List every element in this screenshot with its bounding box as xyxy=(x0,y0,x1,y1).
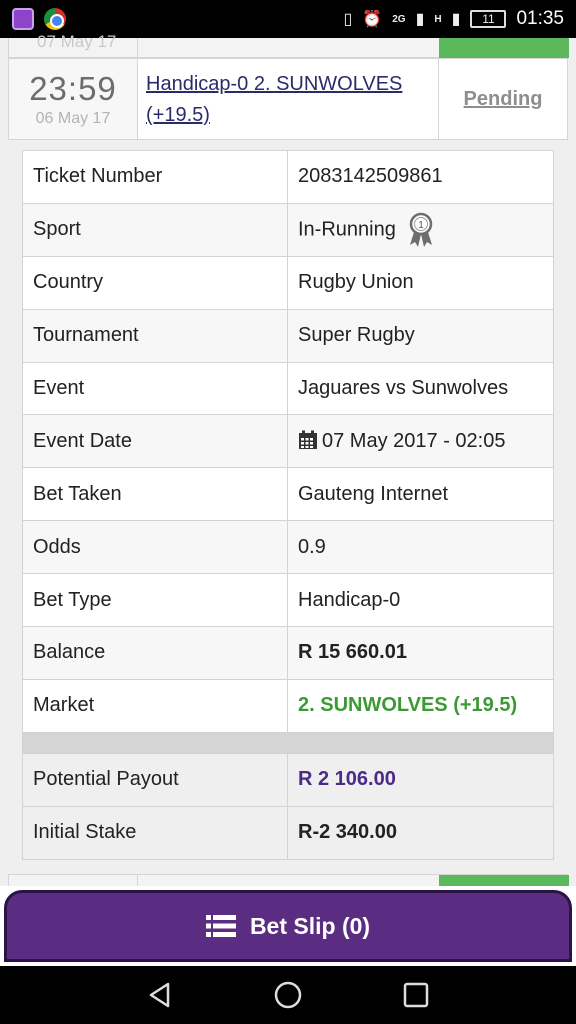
calendar-icon xyxy=(299,430,317,449)
bet-date: 06 May 17 xyxy=(35,110,111,127)
table-row: Sport In-Running 1 xyxy=(22,202,554,257)
bet-slip-button[interactable]: Bet Slip (0) xyxy=(4,890,572,962)
bet-selection-link[interactable]: Handicap-0 2. SUNWOLVES (+19.5) xyxy=(146,73,402,126)
country-label: Country xyxy=(22,255,288,310)
table-row: Ticket Number 2083142509861 xyxy=(22,150,554,204)
country-value: Rugby Union xyxy=(287,255,554,310)
list-icon xyxy=(205,915,236,937)
odds-label: Odds xyxy=(22,520,288,575)
bet-time: 23:59 xyxy=(29,70,117,107)
tournament-label: Tournament xyxy=(22,308,288,363)
bet-selection-cell: Handicap-0 2. SUNWOLVES (+19.5) xyxy=(138,59,439,139)
bet-card: 23:59 06 May 17 Handicap-0 2. SUNWOLVES … xyxy=(8,58,568,140)
status-clock: 01:35 xyxy=(516,8,564,29)
balance-value: R 15 660.01 xyxy=(287,626,554,680)
bet-status-column: Pending xyxy=(439,59,567,139)
event-label: Event xyxy=(22,361,288,416)
bet-details-table: Ticket Number 2083142509861 Sport In-Run… xyxy=(22,150,554,860)
svg-text:1: 1 xyxy=(419,220,425,231)
event-date-cell: 07 May 2017 - 02:05 xyxy=(287,414,554,469)
previous-status-bar xyxy=(439,38,569,58)
home-button[interactable] xyxy=(268,975,308,1015)
table-row: Event Date 07 May 2017 - 02:05 xyxy=(22,414,554,469)
table-separator xyxy=(22,731,554,754)
event-value: Jaguares vs Sunwolves xyxy=(287,361,554,416)
ticket-number-label: Ticket Number xyxy=(22,150,288,204)
sport-cell: In-Running 1 xyxy=(287,202,554,257)
medal-1-icon: 1 xyxy=(410,212,433,247)
event-date-value: 07 May 2017 - 02:05 xyxy=(322,429,506,452)
bet-type-value: Handicap-0 xyxy=(287,573,554,628)
vibrate-icon: ▯ xyxy=(343,11,353,28)
table-row: Balance R 15 660.01 xyxy=(22,626,554,680)
ticket-number-value: 2083142509861 xyxy=(287,150,554,204)
bet-slip-container: Bet Slip (0) xyxy=(0,886,576,966)
odds-value: 0.9 xyxy=(287,520,554,575)
network-h-label: H xyxy=(434,13,442,25)
back-triangle-icon xyxy=(149,982,170,1008)
table-row: Tournament Super Rugby xyxy=(22,308,554,363)
initial-stake-value: R-2 340.00 xyxy=(287,805,554,860)
alarm-icon: ⏰ xyxy=(362,11,383,28)
table-row: Potential Payout R 2 106.00 xyxy=(22,752,554,807)
balance-label: Balance xyxy=(22,626,288,680)
event-date-label: Event Date xyxy=(22,414,288,469)
sport-value: In-Running xyxy=(298,218,396,241)
system-icons: ▯ ⏰ 2G ▮ H ▮ 11 01:35 xyxy=(344,8,564,30)
market-label: Market xyxy=(22,678,288,733)
bet-type-label: Bet Type xyxy=(22,573,288,628)
bet-slip-label: Bet Slip (0) xyxy=(249,912,371,939)
potential-payout-value: R 2 106.00 xyxy=(287,752,554,807)
potential-payout-label: Potential Payout xyxy=(22,752,288,807)
bet-time-column: 23:59 06 May 17 xyxy=(9,59,138,139)
table-row: Market 2. SUNWOLVES (+19.5) xyxy=(22,678,554,733)
table-row: Event Jaguares vs Sunwolves xyxy=(22,361,554,416)
home-circle-icon xyxy=(274,981,302,1009)
tournament-value: Super Rugby xyxy=(287,308,554,363)
market-value: 2. SUNWOLVES (+19.5) xyxy=(287,678,554,733)
network-2g-label: 2G xyxy=(392,13,406,25)
separator-cell xyxy=(22,731,554,754)
divider xyxy=(137,38,138,58)
signal-icon-2: ▮ xyxy=(451,11,461,28)
bet-taken-label: Bet Taken xyxy=(22,467,288,522)
bet-taken-value: Gauteng Internet xyxy=(287,467,554,522)
previous-bet-date: 07 May 17 xyxy=(37,32,117,51)
previous-bet-card[interactable]: 07 May 17 xyxy=(8,32,569,58)
notification-icons xyxy=(12,8,66,30)
gallery-app-icon xyxy=(12,8,34,30)
battery-icon: 11 xyxy=(470,10,507,28)
bet-status-link[interactable]: Pending xyxy=(464,88,543,111)
sport-label: Sport xyxy=(22,202,288,257)
chrome-app-icon xyxy=(44,8,66,30)
signal-icon: ▮ xyxy=(415,11,425,28)
navigation-bar xyxy=(0,966,576,1024)
recents-square-icon xyxy=(403,982,429,1008)
table-row: Country Rugby Union xyxy=(22,255,554,310)
back-button[interactable] xyxy=(140,975,180,1015)
initial-stake-label: Initial Stake xyxy=(22,805,288,860)
table-row: Bet Type Handicap-0 xyxy=(22,573,554,628)
table-row: Bet Taken Gauteng Internet xyxy=(22,467,554,522)
table-row: Initial Stake R-2 340.00 xyxy=(22,805,554,860)
recents-button[interactable] xyxy=(396,975,436,1015)
table-row: Odds 0.9 xyxy=(22,520,554,575)
